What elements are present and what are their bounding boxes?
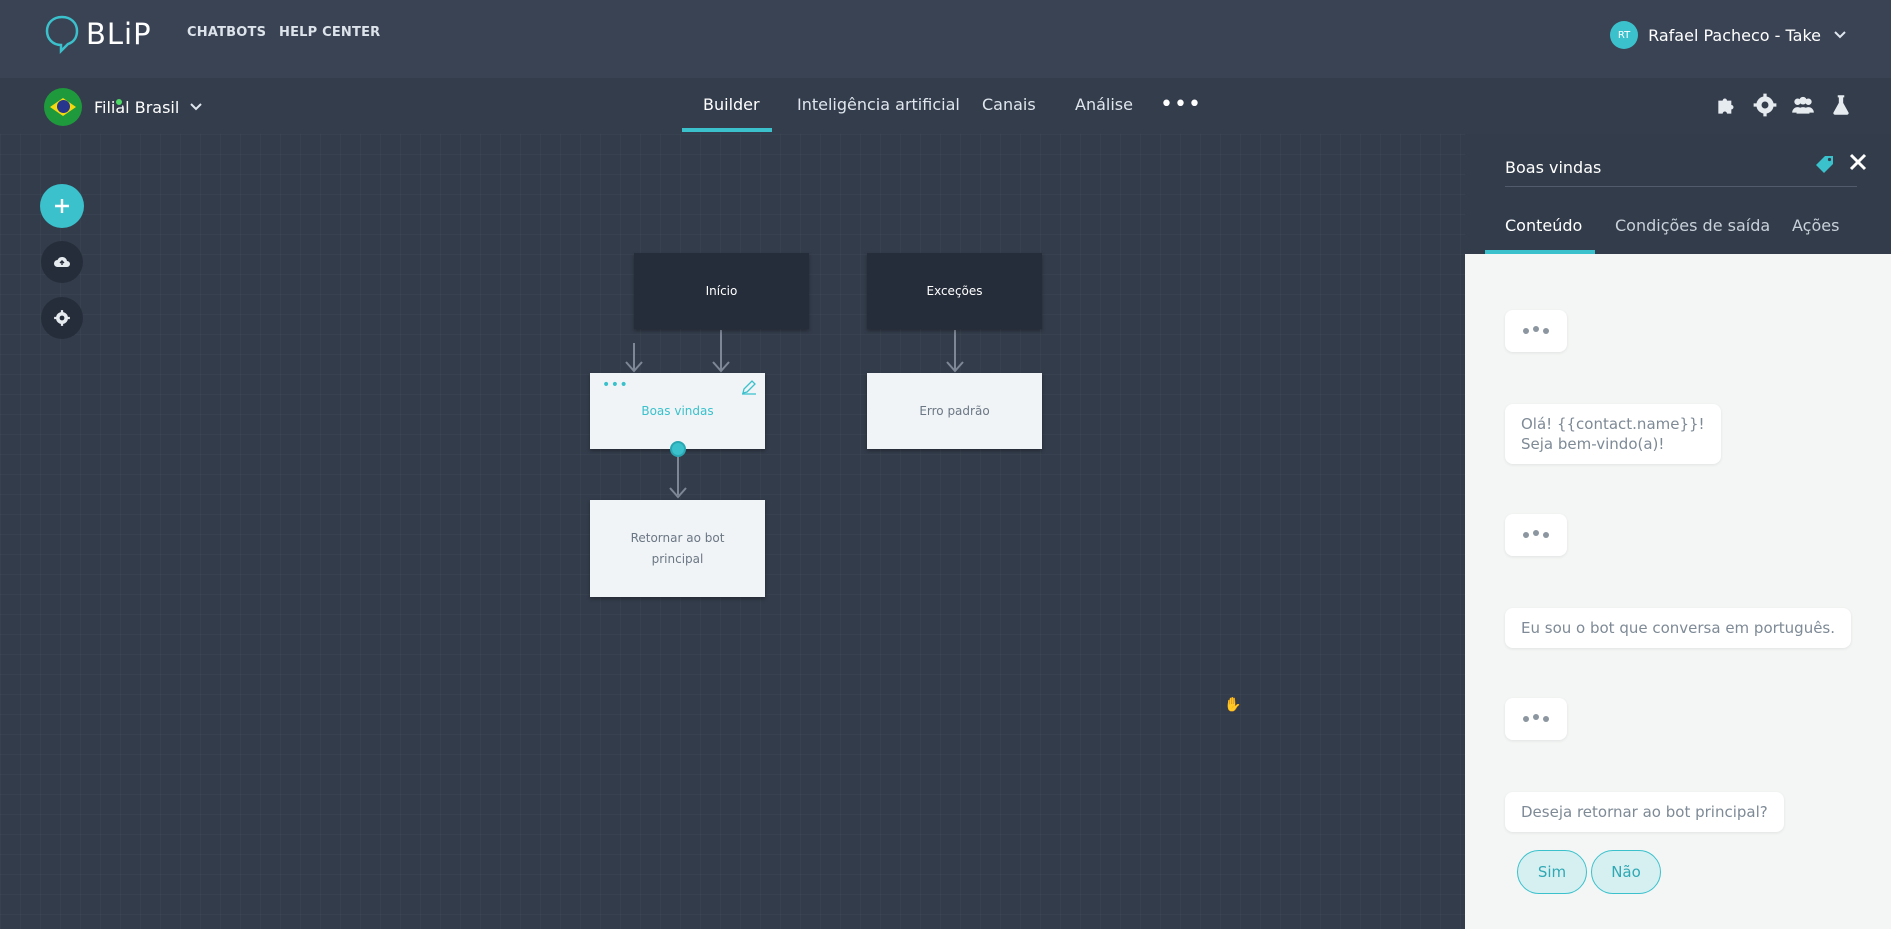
hand-cursor-icon: ✋ [1224,697,1242,713]
block-boas-vindas[interactable]: ••• Boas vindas [590,373,765,449]
tab-conteudo[interactable]: Conteúdo [1505,216,1582,235]
block-excecoes[interactable]: Exceções [867,253,1042,329]
message-text: Deseja retornar ao bot principal? [1521,803,1768,821]
edit-pencil-icon[interactable] [741,379,757,395]
active-tab-indicator [1485,250,1595,254]
quick-reply-label: Não [1611,863,1641,881]
user-name: Rafael Pacheco - Take [1648,25,1821,45]
message-bubble[interactable]: Olá! {{contact.name}}! Seja bem-vindo(a)… [1505,404,1721,464]
panel-title[interactable]: Boas vindas [1505,158,1601,177]
quick-reply-sim[interactable]: Sim [1517,850,1587,894]
close-icon[interactable] [1848,152,1868,172]
tab-condicoes-de-saida[interactable]: Condições de saída [1615,216,1770,235]
avatar: RT [1610,21,1639,49]
block-editor-panel: Boas vindas Conteúdo Condições de saída … [1465,134,1891,929]
typing-indicator[interactable] [1505,698,1567,740]
chevron-down-icon [1834,31,1846,39]
output-connector-handle[interactable] [670,441,686,457]
block-erro-padrao[interactable]: Erro padrão [867,373,1042,449]
block-label: Boas vindas [641,404,714,418]
users-icon[interactable] [1790,92,1816,118]
block-retornar-ao-bot-principal[interactable]: Retornar ao bot principal [590,500,765,597]
tag-icon[interactable] [1815,154,1835,174]
title-underline [1505,186,1857,187]
tab-acoes[interactable]: Ações [1792,216,1839,235]
panel-header: Boas vindas Conteúdo Condições de saída … [1465,134,1891,254]
message-text: Olá! {{contact.name}}! [1521,415,1705,433]
puzzle-icon[interactable] [1714,92,1740,118]
user-menu[interactable]: RT Rafael Pacheco - Take [1610,21,1847,49]
message-text: Eu sou o bot que conversa em português. [1521,619,1836,637]
gear-icon[interactable] [1752,92,1778,118]
flow-connectors [625,330,964,499]
quick-reply-label: Sim [1537,863,1567,881]
block-inicio[interactable]: Início [634,253,809,329]
block-label: Erro padrão [919,404,990,418]
block-label: Exceções [926,284,983,298]
block-label: Retornar ao bot principal [630,530,725,566]
block-options-icon[interactable]: ••• [602,377,628,393]
typing-indicator[interactable] [1505,514,1567,556]
block-label: Início [705,284,738,298]
message-bubble[interactable]: Eu sou o bot que conversa em português. [1505,608,1852,648]
message-text: Seja bem-vindo(a)! [1521,435,1665,453]
quick-reply-nao[interactable]: Não [1591,850,1661,894]
message-bubble[interactable]: Deseja retornar ao bot principal? [1505,792,1784,832]
flask-icon[interactable] [1828,92,1854,118]
typing-indicator[interactable] [1505,310,1567,352]
